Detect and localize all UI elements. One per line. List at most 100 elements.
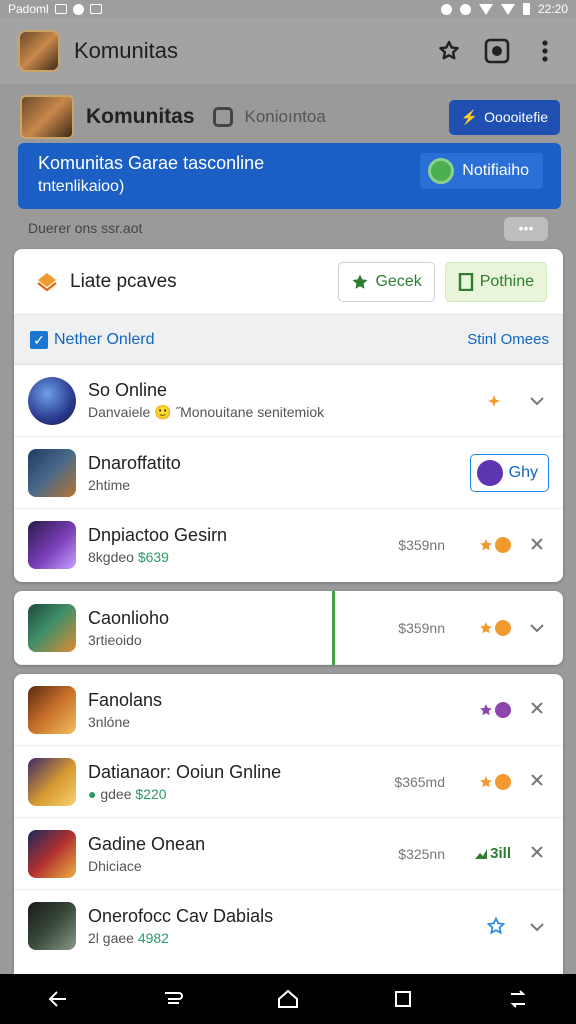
notify-button[interactable]: Notifiaiho	[420, 153, 543, 189]
rating-badge	[479, 773, 511, 790]
trend-icon	[475, 848, 488, 859]
gecek-label: Gecek	[375, 272, 422, 290]
game-avatar	[28, 829, 76, 878]
recents-button[interactable]	[388, 984, 418, 1014]
game-subtitle: 2l gaee 4982	[88, 930, 273, 946]
amount-label: $365md	[394, 773, 445, 790]
game-price: $220	[135, 785, 167, 802]
rotate-icon	[164, 992, 183, 1004]
remove-button[interactable]	[527, 770, 547, 793]
home-icon	[277, 989, 298, 1008]
coin-icon	[495, 619, 511, 636]
game-avatar	[28, 448, 76, 497]
close-icon	[531, 702, 543, 714]
back-arrow-icon	[48, 991, 66, 1007]
community-banner: Komunitas Garae tasconline tntenlikaioo)…	[18, 143, 561, 209]
star-icon	[480, 539, 492, 551]
square-icon	[395, 991, 412, 1007]
game-name: Caonlioho	[88, 607, 170, 628]
filter-label: Nether Onlerd	[54, 330, 155, 348]
gesture-button[interactable]	[158, 984, 188, 1014]
play-button[interactable]: Ghy	[469, 453, 549, 492]
community-avatar[interactable]	[18, 30, 60, 72]
list-item[interactable]: Fanolans 3nlóne	[14, 674, 563, 746]
game-subtitle: 2htime	[88, 476, 131, 493]
remove-button[interactable]	[527, 534, 547, 557]
signal-icon	[500, 3, 515, 15]
remove-button[interactable]	[527, 698, 547, 721]
rating-badge	[487, 394, 501, 408]
home-button[interactable]	[273, 984, 303, 1014]
more-button[interactable]: •••	[504, 217, 548, 241]
game-avatar	[28, 902, 76, 950]
system-nav-bar	[0, 974, 576, 1024]
chevron-down-icon	[530, 624, 544, 633]
amount-label: $325nn	[398, 845, 445, 862]
list-item[interactable]: Datianaor: Ooiun Gnline ● gdee $220 $365…	[14, 746, 563, 818]
sync-icon	[459, 3, 471, 15]
selected-game-card: Caonlioho 3rtieoido $359nn	[14, 591, 563, 665]
coin-icon	[495, 701, 511, 718]
rating-badge	[487, 917, 505, 935]
community-action-label: Ooooitefie	[484, 109, 548, 125]
game-subtitle-prefix: gdee	[100, 785, 132, 802]
star-icon	[480, 621, 492, 633]
list-item[interactable]: Onerofocc Cav Dabials 2l gaee 4982	[14, 890, 563, 962]
list-item[interactable]: Caonlioho 3rtieoido $359nn	[14, 591, 563, 665]
expand-button[interactable]	[527, 616, 547, 639]
coin-icon	[495, 537, 511, 553]
overflow-menu-button[interactable]	[532, 38, 558, 64]
game-subtitle: Dhiciace	[88, 857, 142, 874]
top-app-bar: Komunitas	[0, 18, 576, 84]
remove-button[interactable]	[527, 842, 547, 865]
close-icon	[531, 846, 543, 858]
shield-icon: ●	[88, 785, 97, 802]
game-avatar	[28, 603, 76, 652]
chevron-down-icon	[530, 397, 544, 406]
game-name: So Online	[88, 380, 168, 400]
game-name: Onerofocc Cav Dabials	[88, 906, 274, 926]
back-button[interactable]	[43, 984, 73, 1014]
pothine-button[interactable]: Pothine	[444, 261, 547, 302]
star-icon	[352, 274, 368, 289]
status-carrier: Padoml	[8, 2, 49, 16]
game-avatar	[28, 757, 76, 806]
bookmark-icon	[458, 272, 473, 291]
switch-button[interactable]	[503, 984, 533, 1014]
list-item[interactable]: Dnpiactoo Gesirn 8kgdeo $639 $359nn	[14, 509, 563, 581]
star-icon	[480, 703, 492, 715]
gecek-button[interactable]: Gecek	[338, 261, 435, 302]
game-subtitle: 8kgdeo $639	[88, 549, 227, 565]
rating-badge: 3ill	[474, 845, 511, 862]
game-price: $639	[137, 549, 169, 565]
list-item[interactable]: Gadine Onean Dhiciace $325nn 3ill	[14, 818, 563, 890]
swap-icon	[510, 990, 526, 1008]
games-list-card: Liate pcaves Gecek Pothine ✓ Nether Onle…	[14, 249, 563, 582]
more-vert-icon	[542, 40, 548, 62]
filter-link[interactable]: Stinl Omees	[467, 331, 549, 348]
camera-button[interactable]	[484, 38, 510, 64]
card-header: Liate pcaves Gecek Pothine	[14, 249, 563, 315]
game-avatar	[28, 685, 76, 734]
expand-button[interactable]	[527, 389, 547, 412]
list-item[interactable]: So Online Danvaiele 🙂 ˝Monouitane senite…	[14, 365, 563, 437]
rating-badge	[479, 537, 511, 553]
notification-dot-icon	[72, 3, 84, 15]
page-title: Komunitas	[74, 38, 178, 63]
expand-button[interactable]	[527, 915, 547, 938]
camera-icon	[484, 38, 510, 64]
star-icon	[480, 775, 492, 787]
layers-icon	[36, 271, 58, 293]
status-time: 22:20	[537, 2, 568, 16]
favorite-button[interactable]	[436, 38, 462, 64]
filter-checkbox[interactable]: ✓	[30, 330, 48, 349]
close-icon	[531, 537, 543, 550]
wifi-icon	[478, 3, 493, 15]
community-cover-avatar	[20, 95, 74, 139]
community-action-button[interactable]: ⚡ Ooooitefie	[448, 99, 560, 135]
list-item[interactable]: Dnaroffatito 2htime Ghy	[14, 437, 563, 509]
star-outline-icon	[487, 917, 505, 935]
message-icon	[89, 4, 102, 14]
game-name: Datianaor: Ooiun Gnline	[88, 761, 282, 782]
game-subtitle: 3rtieoido	[88, 631, 142, 648]
